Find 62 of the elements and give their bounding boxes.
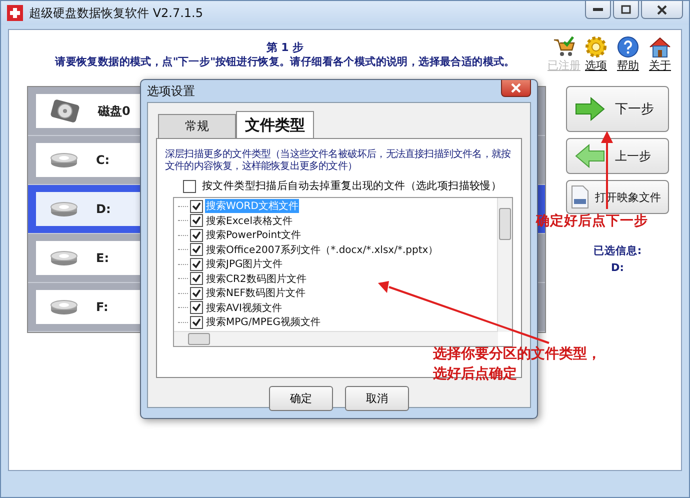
minimize-button[interactable] — [585, 1, 611, 19]
file-type-item[interactable]: 搜索MPG/MPEG视频文件 — [205, 315, 322, 330]
file-type-item[interactable]: 搜索JPG图片文件 — [205, 257, 284, 272]
file-type-item[interactable]: 搜索CR2数码图片文件 — [205, 272, 308, 286]
house-icon[interactable] — [648, 36, 672, 58]
close-icon — [657, 4, 667, 14]
tab[interactable]: 常规 — [158, 114, 236, 138]
file-type-item[interactable]: 搜索Office2007系列文件（*.docx/*.xlsx/*.pptx） — [205, 242, 440, 257]
image-file-icon — [571, 185, 589, 209]
checkbox[interactable] — [183, 180, 196, 192]
action-button[interactable]: 下一步 — [566, 86, 669, 132]
drive-label: C: — [96, 153, 110, 167]
drive-icon — [50, 201, 78, 217]
horizontal-scrollbar[interactable] — [174, 331, 498, 346]
checkbox[interactable] — [190, 243, 203, 256]
drive-icon — [50, 152, 78, 168]
file-type-item[interactable]: 搜索Excel表格文件 — [205, 214, 294, 228]
app-icon — [7, 5, 23, 21]
drive-label: D: — [96, 202, 111, 216]
left-arrow-icon — [575, 144, 605, 168]
cart-icon[interactable] — [552, 36, 576, 58]
instruction-text: 请要恢复数据的模式，点"下一步"按钮进行恢复。请仔细看各个模式的说明，选择最合适的模式。 — [54, 55, 516, 69]
description-text: 深层扫描更多的文件类型（当这些文件名被破坏后，无法直接扫描到文件名，就按文件的内容恢复，这样能恢复出更多的文件） — [165, 149, 512, 173]
drive-label: 磁盘0 — [98, 102, 130, 120]
close-button[interactable] — [641, 1, 683, 19]
action-button[interactable]: 上一步 — [566, 138, 669, 174]
checkbox[interactable] — [190, 214, 203, 228]
dialog-button[interactable]: 取消 — [345, 386, 409, 411]
drive-label: F: — [96, 300, 108, 314]
close-icon — [511, 83, 521, 93]
checkbox[interactable] — [190, 258, 203, 271]
help-icon[interactable] — [617, 36, 639, 58]
step-title: 第 1 步 — [265, 40, 305, 55]
annotation-text: 选择你要分区的文件类型， 选好后点确定 — [433, 345, 601, 384]
toolbar-link[interactable]: 帮助 — [617, 58, 639, 73]
vertical-scrollbar[interactable] — [497, 198, 512, 332]
checkbox[interactable] — [190, 200, 203, 213]
selected-info-value: D: — [610, 263, 625, 274]
minimize-icon — [593, 8, 603, 12]
checkbox[interactable] — [190, 301, 203, 314]
checkbox[interactable] — [190, 272, 203, 286]
selected-info-label: 已选信息: — [592, 246, 643, 257]
gear-icon[interactable] — [585, 36, 607, 58]
tab[interactable]: 文件类型 — [236, 111, 314, 138]
file-type-item[interactable]: 搜索NEF数码图片文件 — [205, 286, 307, 300]
checkbox[interactable] — [190, 286, 203, 300]
drive-icon — [50, 250, 78, 266]
window-title: 超级硬盘数据恢复软件 V2.7.1.5 — [29, 4, 204, 22]
toolbar-link[interactable]: 选项 — [585, 58, 607, 73]
right-arrow-icon — [575, 97, 605, 121]
toolbar-link[interactable]: 关于 — [649, 58, 671, 73]
checkbox[interactable] — [190, 228, 203, 242]
file-type-item[interactable]: 搜索PowerPoint文件 — [205, 228, 302, 242]
file-type-item[interactable]: 搜索AVI视频文件 — [205, 300, 283, 315]
drive-label: E: — [96, 251, 109, 265]
checkbox[interactable] — [190, 316, 203, 329]
close-button[interactable] — [501, 80, 531, 97]
drive-icon — [50, 299, 78, 315]
maximize-button[interactable] — [613, 1, 639, 19]
restore-icon — [621, 5, 631, 14]
dialog-title: 选项设置 — [147, 82, 195, 100]
dialog-button[interactable]: 确定 — [269, 386, 333, 411]
